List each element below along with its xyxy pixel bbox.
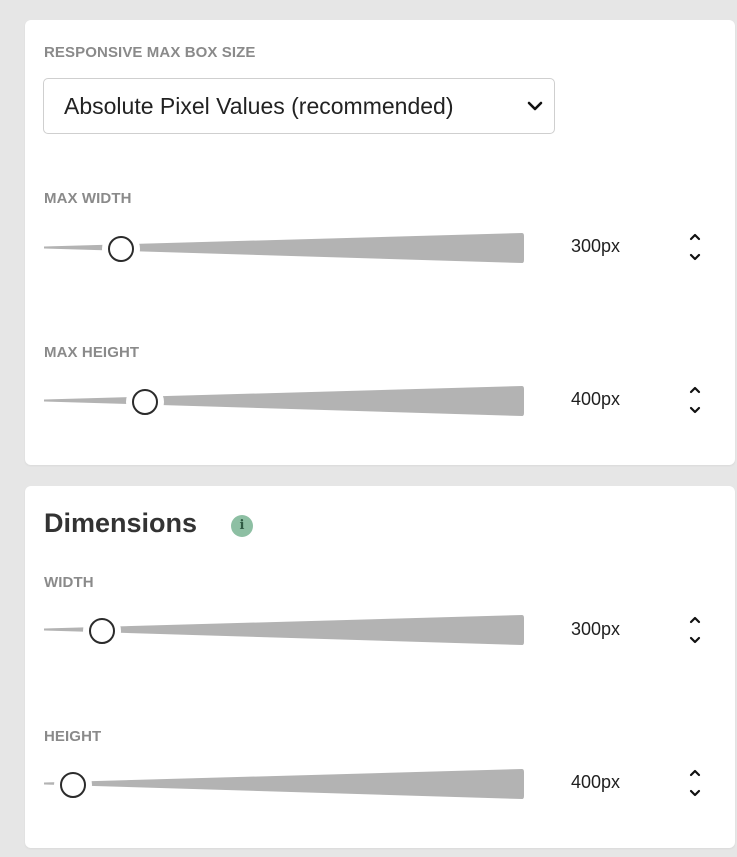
step-up-icon[interactable] bbox=[688, 385, 702, 395]
step-down-icon[interactable] bbox=[688, 788, 702, 798]
max-width-label: MAX WIDTH bbox=[44, 190, 132, 207]
box-size-mode-select[interactable]: Absolute Pixel Values (recommended) bbox=[43, 78, 555, 134]
slider-track bbox=[44, 615, 524, 645]
max-height-value: 400px bbox=[571, 389, 621, 409]
step-down-icon[interactable] bbox=[688, 405, 702, 415]
max-height-label: MAX HEIGHT bbox=[44, 344, 140, 361]
step-down-icon[interactable] bbox=[688, 635, 702, 645]
step-down-icon[interactable] bbox=[688, 252, 702, 262]
slider-thumb[interactable] bbox=[132, 389, 158, 415]
width-slider[interactable] bbox=[44, 613, 524, 649]
max-height-stepper[interactable] bbox=[685, 381, 705, 421]
dimensions-panel: Dimensions i WIDTH 300px HEIGHT 400px bbox=[25, 486, 735, 848]
max-width-slider[interactable] bbox=[44, 231, 524, 267]
info-icon[interactable]: i bbox=[231, 515, 253, 537]
dimensions-heading: Dimensions bbox=[44, 508, 198, 538]
height-slider[interactable] bbox=[44, 767, 524, 803]
responsive-max-box-size-label: RESPONSIVE MAX BOX SIZE bbox=[44, 44, 256, 61]
step-up-icon[interactable] bbox=[688, 768, 702, 778]
chevron-down-icon bbox=[527, 101, 543, 111]
height-label: HEIGHT bbox=[44, 728, 102, 745]
slider-track bbox=[44, 769, 524, 799]
slider-thumb[interactable] bbox=[89, 618, 115, 644]
max-width-value: 300px bbox=[571, 236, 621, 256]
height-value: 400px bbox=[571, 772, 621, 792]
width-stepper[interactable] bbox=[685, 611, 705, 651]
width-value: 300px bbox=[571, 619, 621, 639]
step-up-icon[interactable] bbox=[688, 232, 702, 242]
step-up-icon[interactable] bbox=[688, 615, 702, 625]
slider-track bbox=[44, 386, 524, 416]
height-stepper[interactable] bbox=[685, 764, 705, 804]
width-label: WIDTH bbox=[44, 574, 94, 591]
slider-thumb[interactable] bbox=[60, 772, 86, 798]
slider-thumb[interactable] bbox=[108, 236, 134, 262]
max-width-stepper[interactable] bbox=[685, 228, 705, 268]
box-size-mode-value: Absolute Pixel Values (recommended) bbox=[64, 93, 454, 119]
max-height-slider[interactable] bbox=[44, 384, 524, 420]
responsive-max-box-size-panel: RESPONSIVE MAX BOX SIZE Absolute Pixel V… bbox=[25, 20, 735, 465]
